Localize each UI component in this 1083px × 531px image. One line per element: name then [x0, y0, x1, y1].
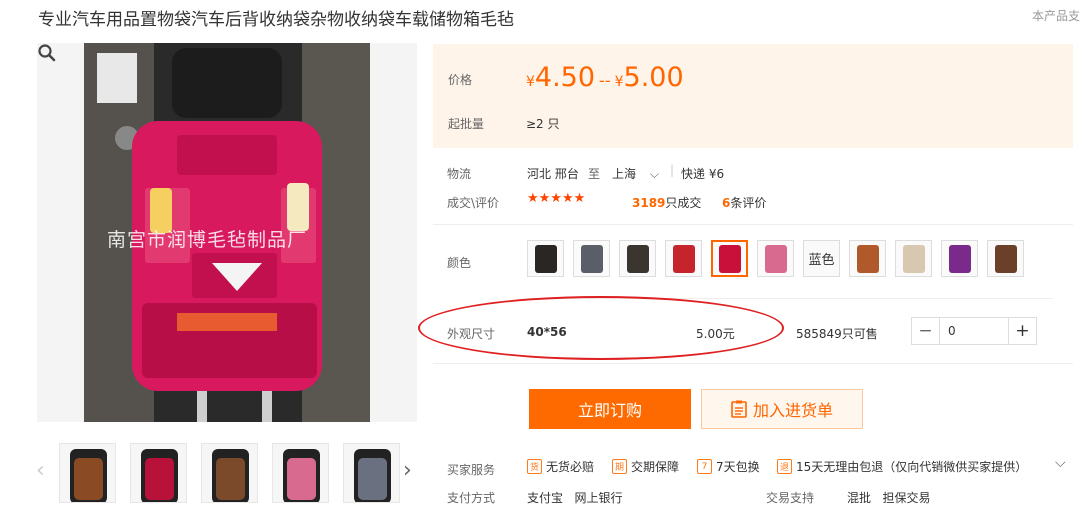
section-divider	[433, 363, 1073, 364]
trade-support-label: 交易支持	[766, 491, 815, 505]
quantity-minus-button[interactable]: −	[912, 318, 940, 344]
swatch-bag	[902, 244, 925, 273]
chevron-down-icon: ⌵	[649, 167, 659, 181]
color-swatch[interactable]	[757, 240, 794, 277]
ship-to-word: 至	[588, 167, 601, 181]
swatch-bag	[534, 244, 557, 273]
services-label: 买家服务	[447, 463, 496, 477]
product-title: 专业汽车用品置物袋汽车后背收纳袋杂物收纳袋车载储物箱毛毡	[38, 10, 514, 30]
swatch-bag	[856, 244, 879, 273]
quantity-plus-button[interactable]: +	[1008, 318, 1036, 344]
swatch-bag	[994, 244, 1017, 273]
color-swatch-selected[interactable]	[711, 240, 748, 277]
color-swatch-blue[interactable]: 蓝色	[803, 240, 840, 277]
stock-available: 585849只可售	[796, 327, 878, 341]
currency-symbol: ¥	[614, 74, 624, 90]
service-text: 7天包换	[716, 460, 760, 474]
annotation-circle	[418, 296, 784, 360]
service-no-stock-compensation[interactable]: 货 无货必赔	[527, 458, 594, 475]
swatch-bag	[948, 244, 971, 273]
swatch-bag	[764, 244, 787, 273]
clipboard-icon	[731, 400, 747, 418]
add-to-cart-button[interactable]: 加入进货单	[701, 389, 863, 429]
compensation-icon: 货	[527, 459, 542, 474]
price-high: 5.00	[623, 62, 684, 93]
return-icon: 退	[777, 459, 792, 474]
trade-support-values: 混批 担保交易	[847, 491, 931, 505]
price-low: 4.50	[534, 62, 596, 93]
deal-count-number: 3189	[632, 196, 666, 210]
service-text: 交期保障	[631, 460, 680, 474]
deal-count: 3189只成交	[632, 194, 701, 211]
thumbnail[interactable]	[272, 443, 329, 503]
review-count[interactable]: 6条评价	[722, 194, 766, 211]
main-product-image[interactable]: 南宫市润博毛毡制品厂	[37, 43, 417, 422]
deals-label: 成交\评价	[447, 196, 500, 210]
quantity-input[interactable]: 0	[940, 318, 1008, 344]
currency-symbol: ¥	[526, 74, 535, 90]
ship-from: 河北 邢台	[527, 167, 579, 181]
thumbnail[interactable]	[201, 443, 258, 503]
color-swatch[interactable]	[941, 240, 978, 277]
rating-stars: ★★★★★	[527, 191, 586, 206]
payment-label: 支付方式	[447, 491, 496, 505]
color-label: 颜色	[447, 256, 472, 270]
ship-to-value: 上海	[612, 167, 637, 181]
moq-label: 起批量	[448, 117, 485, 131]
ship-to-select[interactable]: 上海 ⌵	[612, 165, 659, 182]
price-label: 价格	[448, 73, 473, 87]
quantity-stepper: − 0 +	[911, 317, 1037, 345]
payment-methods: 支付宝 网上银行	[527, 491, 623, 505]
swatch-bag	[672, 244, 695, 273]
swatch-bag	[580, 244, 603, 273]
calendar-icon: 期	[612, 459, 627, 474]
service-text: 15天无理由包退（仅向代销微供买家提供）	[796, 460, 1028, 474]
divider-bar: |	[670, 163, 675, 177]
thumbnail[interactable]	[130, 443, 187, 503]
image-watermark: 南宫市润博毛毡制品厂	[107, 229, 308, 251]
review-count-suffix: 条评价	[730, 196, 767, 210]
service-seven-day-exchange[interactable]: 7 7天包换	[697, 458, 760, 475]
swatch-bag	[718, 244, 741, 273]
color-swatch[interactable]	[665, 240, 702, 277]
service-delivery-guarantee[interactable]: 期 交期保障	[612, 458, 679, 475]
color-swatch[interactable]	[573, 240, 610, 277]
color-swatch[interactable]	[527, 240, 564, 277]
zoom-icon[interactable]	[37, 43, 57, 63]
thumbnail[interactable]	[59, 443, 116, 503]
service-text: 无货必赔	[546, 460, 595, 474]
thumbnail-next-arrow-icon[interactable]: ›	[403, 458, 412, 483]
price-range: ¥4.50 -- ¥5.00	[526, 62, 684, 93]
buy-now-button[interactable]: 立即订购	[529, 389, 691, 429]
thumbnail-strip	[59, 443, 400, 503]
seven-day-icon: 7	[697, 459, 712, 474]
logistics-label: 物流	[447, 167, 472, 181]
moq-value: ≥2 只	[526, 117, 560, 131]
color-swatch[interactable]	[619, 240, 656, 277]
top-right-note[interactable]: 本产品支	[1032, 7, 1080, 24]
expand-services-chevron-icon[interactable]: ⌵	[1055, 455, 1066, 471]
color-swatch[interactable]	[987, 240, 1024, 277]
thumbnail[interactable]	[343, 443, 400, 503]
service-fifteen-day-return[interactable]: 退 15天无理由包退（仅向代销微供买家提供）	[777, 458, 1027, 475]
color-swatches: 蓝色	[527, 240, 1024, 277]
color-swatch[interactable]	[895, 240, 932, 277]
price-separator: --	[599, 71, 611, 90]
swatch-bag	[626, 244, 649, 273]
section-divider	[433, 224, 1073, 225]
price-panel: 价格 ¥4.50 -- ¥5.00 起批量 ≥2 只	[433, 44, 1073, 148]
color-swatch[interactable]	[849, 240, 886, 277]
thumbnail-prev-arrow-icon[interactable]: ‹	[36, 458, 45, 483]
deal-count-suffix: 只成交	[665, 196, 702, 210]
add-to-cart-label: 加入进货单	[752, 401, 833, 420]
express-fee: 快递 ¥6	[681, 167, 725, 181]
